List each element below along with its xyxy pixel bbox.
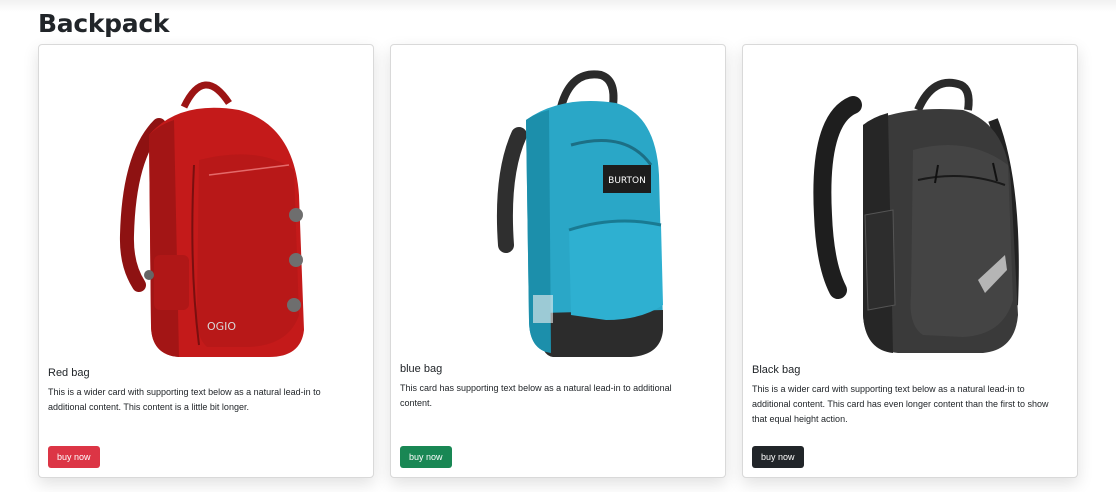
product-card-black-bag: Black bag This is a wider card with supp…: [742, 44, 1078, 478]
buy-now-button[interactable]: buy now: [48, 446, 100, 468]
card-text: This card has supporting text below as a…: [400, 383, 672, 408]
burton-logo-text: BURTON: [608, 176, 646, 186]
blue-backpack-image: BURTON: [441, 65, 677, 365]
buy-now-button[interactable]: buy now: [400, 446, 452, 468]
page-title: Backpack: [38, 9, 170, 38]
ogio-logo-text: OGIO: [207, 320, 236, 333]
red-backpack-image: OGIO: [89, 65, 325, 365]
card-text: This is a wider card with supporting tex…: [752, 384, 1049, 424]
black-backpack-image: [793, 65, 1029, 365]
buy-now-button[interactable]: buy now: [752, 446, 804, 468]
product-card-red-bag: OGIO Red bag This is a wider card with s…: [38, 44, 374, 478]
card-title: Red bag: [48, 367, 90, 379]
card-text: This is a wider card with supporting tex…: [48, 387, 321, 412]
card-title: blue bag: [400, 363, 443, 375]
product-card-blue-bag: BURTON blue bag This card has supporting…: [390, 44, 726, 478]
card-title: Black bag: [752, 364, 801, 376]
